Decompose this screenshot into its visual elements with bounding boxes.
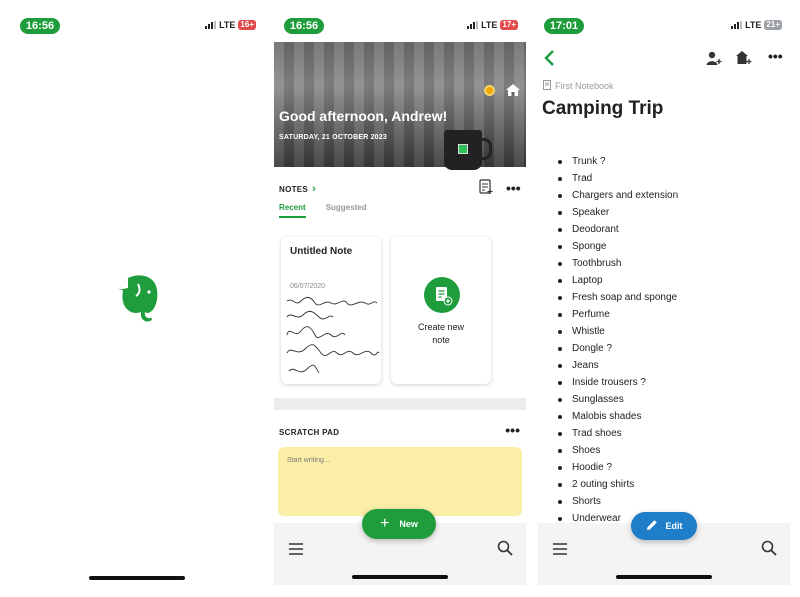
status-time: 17:01 xyxy=(544,18,584,34)
back-arrow-icon[interactable] xyxy=(543,50,555,71)
list-item: Toothbrush xyxy=(558,255,678,272)
new-note-from-template-icon[interactable] xyxy=(479,179,493,200)
note-card-title: Untitled Note xyxy=(290,246,353,257)
list-item: Whistle xyxy=(558,323,678,340)
status-time: 16:56 xyxy=(20,18,60,34)
list-item: Chargers and extension xyxy=(558,187,678,204)
create-note-icon xyxy=(424,277,460,313)
edit-button[interactable]: Edit xyxy=(631,512,697,540)
status-time: 16:56 xyxy=(284,18,324,34)
upgrade-badge-icon[interactable] xyxy=(484,85,495,96)
home-indicator[interactable] xyxy=(89,576,185,580)
list-item: Inside trousers ? xyxy=(558,374,678,391)
status-bar: LTE 21+ xyxy=(731,20,782,30)
tab-recent[interactable]: Recent xyxy=(279,203,306,218)
search-icon[interactable] xyxy=(761,540,777,561)
list-item: Fresh soap and sponge xyxy=(558,289,678,306)
signal-icon xyxy=(205,21,217,29)
add-to-space-icon[interactable] xyxy=(736,50,752,71)
home-indicator[interactable] xyxy=(616,575,712,579)
date-text: SATURDAY, 21 OCTOBER 2023 xyxy=(279,134,387,141)
more-options-icon[interactable]: ••• xyxy=(768,48,783,64)
scratch-pad-input[interactable]: Start writing... xyxy=(278,447,522,516)
evernote-elephant-icon xyxy=(114,272,162,324)
list-item: Shorts xyxy=(558,493,678,510)
signal-icon xyxy=(467,21,479,29)
battery-icon: 21+ xyxy=(764,20,782,30)
mug-image xyxy=(444,130,492,170)
bullet-list: Trunk ? Trad Chargers and extension Spea… xyxy=(558,153,678,527)
list-item: Trunk ? xyxy=(558,153,678,170)
signal-icon xyxy=(731,21,743,29)
more-options-icon[interactable]: ••• xyxy=(505,422,520,438)
plus-icon: + xyxy=(380,515,390,532)
list-item: Deodorant xyxy=(558,221,678,238)
list-item: Sunglasses xyxy=(558,391,678,408)
hero-banner: Good afternoon, Andrew! SATURDAY, 21 OCT… xyxy=(274,42,526,170)
breadcrumb[interactable]: First Notebook xyxy=(543,80,614,92)
list-item: Malobis shades xyxy=(558,408,678,425)
splash-screen: 16:56 LTE 16+ xyxy=(10,10,264,586)
search-icon[interactable] xyxy=(497,540,513,561)
list-item: 2 outing shirts xyxy=(558,476,678,493)
notes-tabs: Recent Suggested xyxy=(279,203,367,218)
notebook-icon xyxy=(543,80,551,92)
menu-icon[interactable] xyxy=(553,542,567,560)
scratch-pad-title: SCRATCH PAD xyxy=(279,428,340,437)
greeting-text: Good afternoon, Andrew! xyxy=(279,108,448,124)
create-note-label: Create new note xyxy=(417,322,465,345)
list-item: Trad xyxy=(558,170,678,187)
network-label: LTE xyxy=(481,20,498,30)
menu-icon[interactable] xyxy=(289,542,303,560)
list-item: Trad shoes xyxy=(558,425,678,442)
home-customize-icon[interactable] xyxy=(505,83,521,102)
list-item: Jeans xyxy=(558,357,678,374)
list-item: Sponge xyxy=(558,238,678,255)
tab-suggested[interactable]: Suggested xyxy=(326,203,367,218)
scratch-pad-placeholder: Start writing... xyxy=(287,457,330,464)
status-bar: LTE 16+ xyxy=(205,20,256,30)
notebook-name: First Notebook xyxy=(555,81,614,91)
create-note-card[interactable]: Create new note xyxy=(391,237,491,384)
edit-button-label: Edit xyxy=(665,521,683,531)
note-title[interactable]: Camping Trip xyxy=(542,98,663,120)
notes-section-link[interactable]: NOTES › xyxy=(279,183,316,195)
section-divider xyxy=(274,398,526,410)
home-indicator[interactable] xyxy=(352,575,448,579)
note-card[interactable]: Untitled Note 06/07/2020 xyxy=(281,237,381,384)
list-item: Laptop xyxy=(558,272,678,289)
status-bar: LTE 17+ xyxy=(467,20,518,30)
battery-icon: 16+ xyxy=(238,20,256,30)
list-item: Shoes xyxy=(558,442,678,459)
more-options-icon[interactable]: ••• xyxy=(506,180,521,196)
battery-icon: 17+ xyxy=(500,20,518,30)
new-button[interactable]: + New xyxy=(362,509,436,539)
note-card-date: 06/07/2020 xyxy=(290,283,326,290)
home-screen: 16:56 LTE 17+ Good afternoon, Andrew! SA… xyxy=(274,10,526,586)
list-item: Hoodie ? xyxy=(558,459,678,476)
list-item: Speaker xyxy=(558,204,678,221)
share-user-icon[interactable] xyxy=(706,50,722,71)
handwriting-preview xyxy=(286,296,379,374)
new-button-label: New xyxy=(399,519,418,529)
chevron-right-icon: › xyxy=(312,183,317,195)
notes-label: NOTES xyxy=(279,184,309,194)
list-item: Dongle ? xyxy=(558,340,678,357)
network-label: LTE xyxy=(745,20,762,30)
note-screen: 17:01 LTE 21+ ••• First Notebook Camping… xyxy=(538,10,790,586)
network-label: LTE xyxy=(219,20,236,30)
list-item: Perfume xyxy=(558,306,678,323)
pencil-icon xyxy=(646,519,658,533)
